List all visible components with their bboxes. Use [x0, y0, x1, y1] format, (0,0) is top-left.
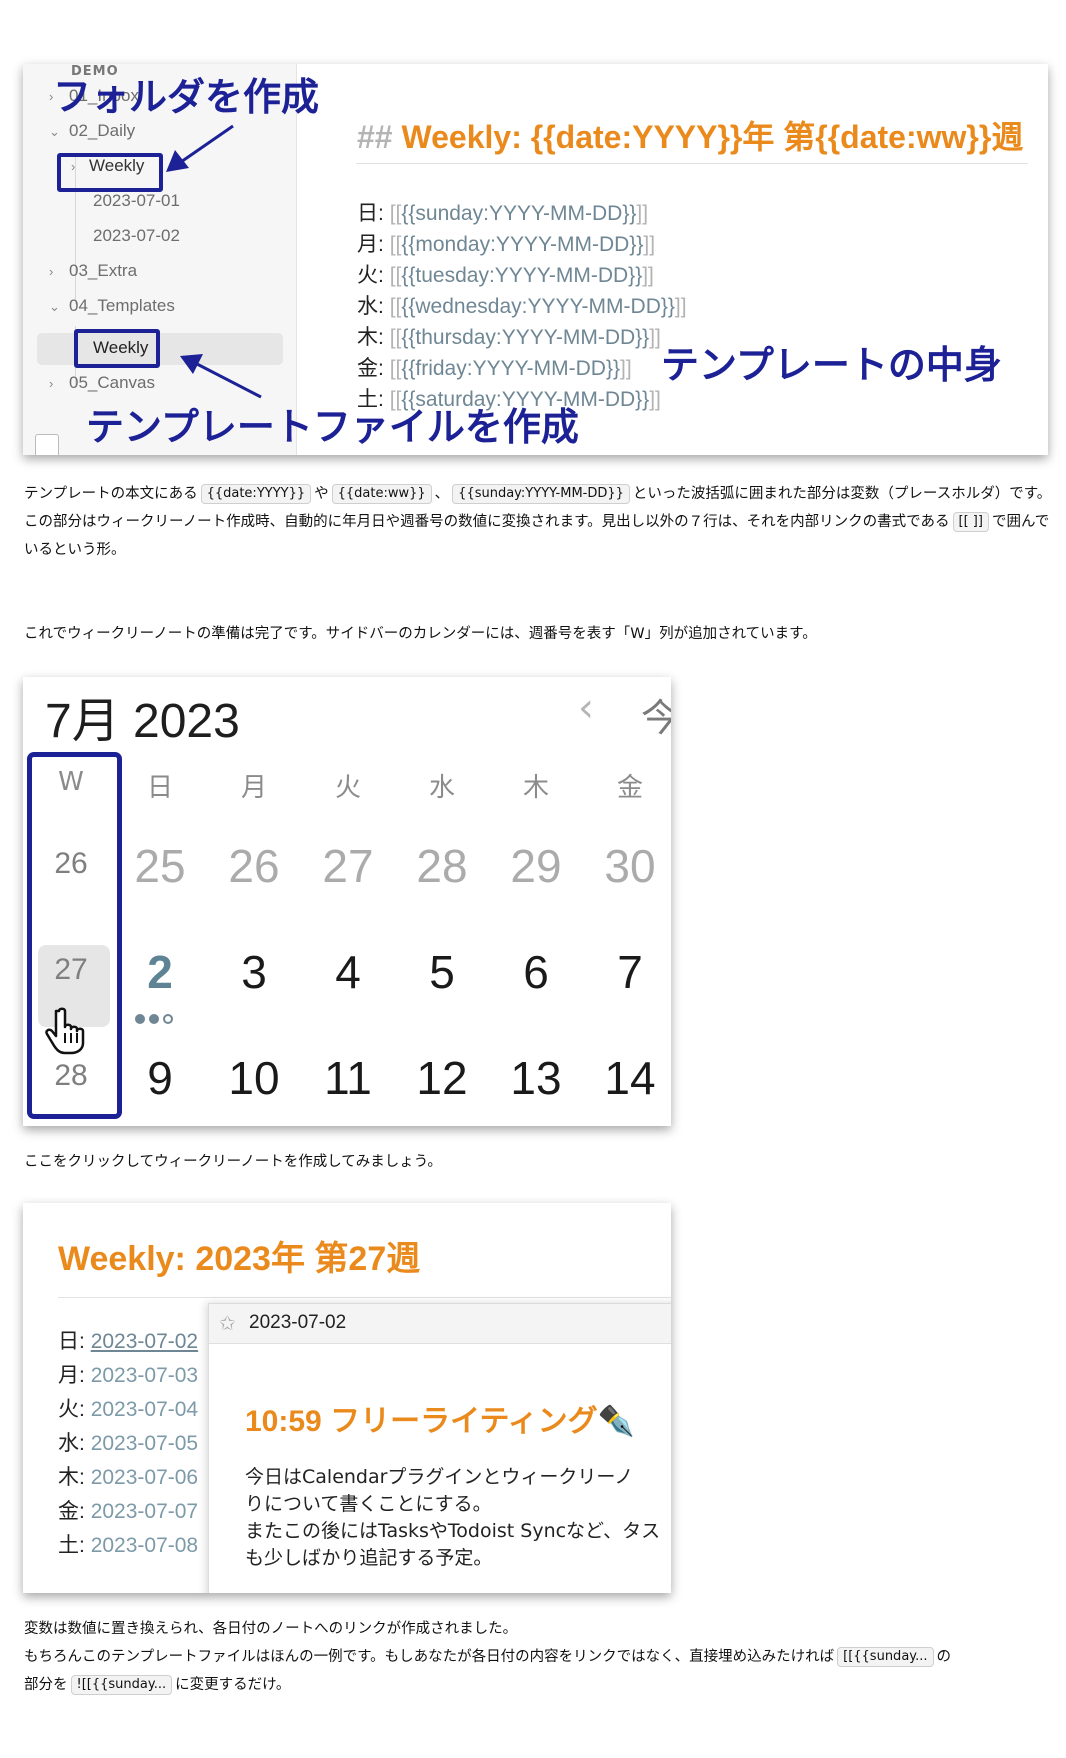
paragraph-result: 変数は数値に置き換えられ、各日付のノートへのリンクが作成されました。 もちろんこ… [24, 1621, 952, 1695]
calendar-day[interactable]: 25 [115, 839, 205, 893]
annotation-template-content: テンプレートの中身 [661, 343, 1002, 387]
calendar-day[interactable]: 6 [491, 945, 581, 999]
today-button[interactable]: 今 [641, 687, 671, 742]
weekly-line-tuesday: 火: 2023-07-04 [58, 1398, 199, 1421]
annotation-create-template-file: テンプレートファイルを作成 [86, 405, 579, 449]
template-line-monday: 月: [[{{monday:YYYY-MM-DD}}]] [357, 233, 656, 256]
calendar-day[interactable]: 4 [303, 945, 393, 999]
calendar-day[interactable]: 30 [585, 839, 671, 893]
template-line-wednesday: 水: [[{{wednesday:YYYY-MM-DD}}]] [357, 295, 687, 318]
template-heading: ## Weekly: {{date:YYYY}}年 第{{date:ww}}週 [357, 119, 1024, 155]
popover-body: 今日はCalendarプラグインとウィークリーノ りについて書くことにする。 ま… [245, 1466, 661, 1569]
weekday-header: 日 [146, 773, 173, 803]
weekly-line-thursday: 木: 2023-07-06 [58, 1466, 199, 1489]
template-line-saturday: 土: [[{{saturday:YYYY-MM-DD}}]] [357, 388, 661, 411]
popover-header: ✩ 2023-07-02 [209, 1304, 671, 1344]
inline-code: ![[{{sunday... [70, 1675, 173, 1695]
calendar-day[interactable]: 5 [397, 945, 487, 999]
calendar-day[interactable]: 9 [115, 1051, 205, 1105]
calendar-day[interactable]: 26 [209, 839, 299, 893]
inline-code: {{sunday:YYYY-MM-DD}} [452, 484, 630, 504]
weekly-line-monday: 月: 2023-07-03 [58, 1364, 199, 1387]
popover-title: 2023-07-02 [249, 1312, 347, 1333]
inline-code: [[{{sunday... [837, 1647, 934, 1667]
calendar-day-today[interactable]: 2 [115, 945, 205, 999]
title-divider [58, 1297, 671, 1298]
weekday-header: 木 [522, 773, 549, 803]
calendar-day[interactable]: 27 [303, 839, 393, 893]
calendar-day[interactable]: 14 [585, 1051, 671, 1105]
popover-heading: 10:59 フリーライティング✒️ [245, 1405, 636, 1438]
weekday-header: 金 [616, 773, 643, 803]
weekday-header: 火 [334, 773, 361, 803]
calendar-day[interactable]: 11 [303, 1051, 393, 1105]
link-preview-popover[interactable]: ✩ 2023-07-02 10:59 フリーライティング✒️ 今日はCalend… [208, 1303, 671, 1593]
calendar-screenshot: 7月 2023 ‹ 今 W 日 月 火 水 木 金 26 25 26 27 28… [23, 677, 671, 1126]
daily-note-link[interactable]: 2023-07-07 [91, 1500, 198, 1523]
weekly-line-sunday: 日: 2023-07-02 [58, 1330, 199, 1353]
calendar-day[interactable]: 3 [209, 945, 299, 999]
previous-month-icon[interactable]: ‹ [578, 685, 594, 731]
inline-code: {{date:ww}} [331, 484, 432, 504]
weekly-note-title: Weekly: 2023年 第27週 [58, 1240, 421, 1278]
paragraph-click-here: ここをクリックしてウィークリーノートを作成してみましょう。 [24, 1154, 442, 1170]
daily-note-link[interactable]: 2023-07-08 [91, 1534, 198, 1557]
template-line-tuesday: 火: [[{{tuesday:YYYY-MM-DD}}]] [357, 264, 654, 287]
daily-note-link[interactable]: 2023-07-02 [91, 1330, 198, 1353]
calendar-day[interactable]: 28 [397, 839, 487, 893]
weekday-header: 月 [240, 773, 267, 803]
weekly-line-friday: 金: 2023-07-07 [58, 1500, 199, 1523]
daily-note-link[interactable]: 2023-07-05 [91, 1432, 198, 1455]
paragraph-variables: テンプレートの本文にある {{date:YYYY}} や {{date:ww}}、{{… [24, 484, 1052, 558]
annotation-create-folder: フォルダを作成 [53, 75, 320, 119]
daily-note-link[interactable]: 2023-07-06 [91, 1466, 198, 1489]
paragraph-ready: これでウィークリーノートの準備は完了です。サイドバーのカレンダーには、週番号を表… [24, 626, 817, 642]
weekly-line-saturday: 土: 2023-07-08 [58, 1534, 199, 1557]
template-line-friday: 金: [[{{friday:YYYY-MM-DD}}]] [357, 357, 632, 380]
note-indicator-dots [135, 1009, 177, 1028]
calendar-day[interactable]: 10 [209, 1051, 299, 1105]
calendar-month-label: 7月 2023 [45, 695, 240, 748]
weekday-header: 水 [428, 773, 455, 803]
weekly-line-wednesday: 水: 2023-07-05 [58, 1432, 199, 1455]
inline-code: {{date:YYYY}} [200, 484, 312, 504]
calendar-day[interactable]: 29 [491, 839, 581, 893]
calendar-day[interactable]: 7 [585, 945, 671, 999]
daily-note-link[interactable]: 2023-07-03 [91, 1364, 198, 1387]
pin-icon[interactable]: ✩ [219, 1311, 236, 1335]
calendar-day[interactable]: 12 [397, 1051, 487, 1105]
weekly-note-screenshot: Weekly: 2023年 第27週 日: 2023-07-02 月: 2023… [23, 1203, 671, 1593]
week-column-highlight-box [27, 752, 122, 1119]
calendar-day[interactable]: 13 [491, 1051, 581, 1105]
daily-note-link[interactable]: 2023-07-04 [91, 1398, 198, 1421]
template-line-thursday: 木: [[{{thursday:YYYY-MM-DD}}]] [357, 326, 661, 349]
template-line-sunday: 日: [[{{sunday:YYYY-MM-DD}}]] [357, 202, 649, 225]
inline-code: [[ ]] [952, 512, 989, 532]
template-setup-screenshot: DEMO › 01_Inbox ⌄ 02_Daily › Weekly 2023-07… [23, 64, 1048, 455]
heading-divider [356, 163, 1028, 164]
